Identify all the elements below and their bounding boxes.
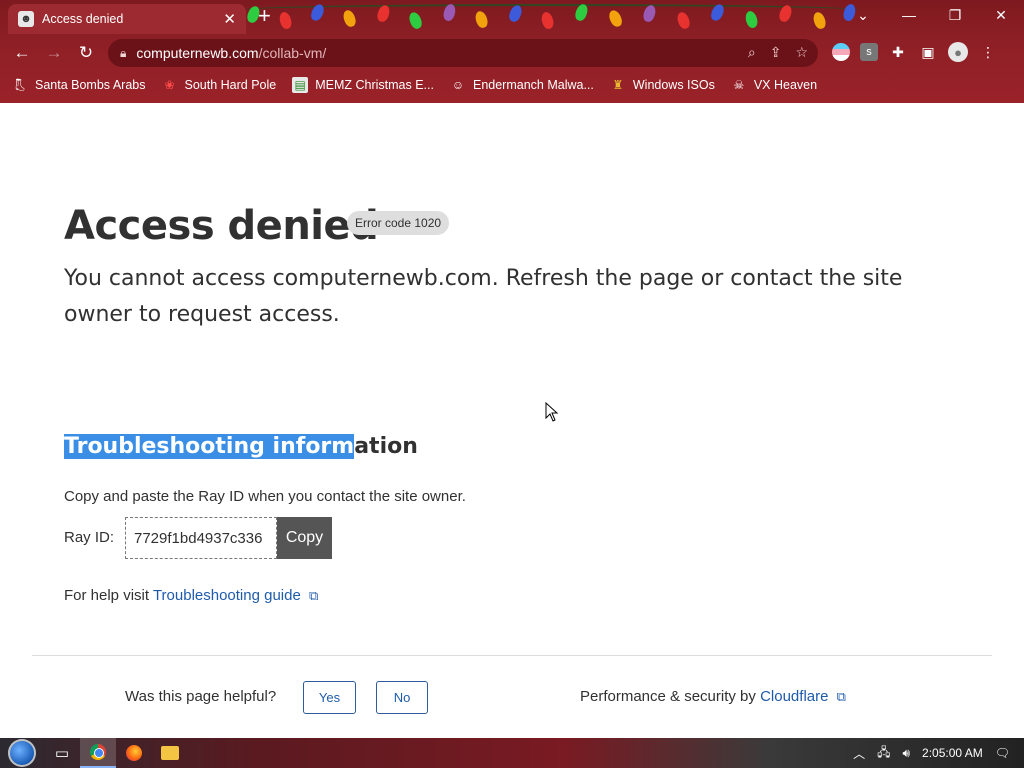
url-domain: computernewb.com: [136, 45, 259, 61]
help-prefix: For help visit: [64, 587, 150, 604]
image-icon: ▤: [292, 77, 309, 93]
side-panel-icon[interactable]: ▣: [918, 42, 938, 62]
no-button[interactable]: No: [376, 681, 428, 714]
mouse-cursor-icon: [545, 402, 559, 422]
bookmark-label: Windows ISOs: [632, 78, 715, 92]
christmas-lights-decoration: [240, 0, 860, 34]
minimize-icon[interactable]: —: [886, 0, 932, 30]
help-line: For help visit Troubleshooting guide ⧉: [64, 587, 318, 604]
reload-icon[interactable]: ↻: [70, 37, 102, 69]
window-controls: ⌄ — ❐ ✕: [840, 0, 1024, 30]
trans-flag-extension-icon[interactable]: [832, 43, 850, 61]
selected-text: Troubleshooting inform: [64, 434, 355, 459]
profile-avatar-icon[interactable]: ●: [948, 42, 968, 62]
yes-button[interactable]: Yes: [303, 681, 356, 714]
new-tab-icon[interactable]: +: [258, 5, 271, 27]
firefox-taskbar-icon[interactable]: [116, 738, 152, 768]
system-tray: ︿ 🖧︎ 🔊︎ 2:05:00 AM 🗨︎: [847, 738, 1024, 768]
copy-button[interactable]: Copy: [277, 517, 332, 559]
puzzle-extensions-icon[interactable]: ✚: [888, 42, 908, 62]
ray-id-label: Ray ID:: [64, 529, 115, 546]
cloudflare-favicon-icon: ☻: [18, 11, 34, 27]
cherry-icon: ❀: [164, 78, 175, 92]
trophy-icon: ♜: [612, 78, 624, 92]
ray-id-value[interactable]: 7729f1bd4937c336: [125, 517, 277, 559]
copy-ray-id-instruction: Copy and paste the Ray ID when you conta…: [64, 488, 466, 505]
s-extension-icon[interactable]: s: [860, 43, 878, 61]
volume-icon[interactable]: 🔊︎: [902, 746, 910, 761]
close-window-icon[interactable]: ✕: [978, 0, 1024, 30]
bookmark-label: Endermanch Malwa...: [472, 78, 594, 92]
bookmark-south-hard-pole[interactable]: ❀ South Hard Pole: [161, 77, 276, 93]
boot-icon: 👢︎: [12, 78, 28, 92]
extensions-area: s ✚ ▣ ● ⋮: [832, 42, 998, 62]
helpful-question: Was this page helpful?: [125, 688, 277, 705]
share-icon[interactable]: ⇪: [770, 44, 782, 61]
performance-security-note: Performance & security by Cloudflare ⧉: [580, 688, 846, 705]
show-hidden-icons-chevron-icon[interactable]: ︿: [853, 745, 865, 762]
close-tab-icon[interactable]: ✕: [223, 10, 236, 28]
tab-search-chevron-icon[interactable]: ⌄: [840, 0, 886, 30]
forward-arrow-icon[interactable]: →: [38, 37, 70, 69]
troubleshooting-guide-link[interactable]: Troubleshooting guide: [153, 587, 301, 604]
access-denied-message: You cannot access computernewb.com. Refr…: [64, 266, 903, 327]
bookmark-star-icon[interactable]: ☆: [795, 44, 808, 61]
perf-prefix: Performance & security by: [580, 688, 756, 705]
file-explorer-taskbar-icon[interactable]: [152, 738, 188, 768]
skull-icon: ☠: [733, 78, 745, 92]
bookmark-santa-bombs-arabs[interactable]: 👢︎ Santa Bombs Arabs: [12, 77, 145, 93]
bookmarks-bar: 👢︎ Santa Bombs Arabs ❀ South Hard Pole ▤…: [0, 72, 1024, 98]
raccoon-icon: ☺: [451, 78, 465, 92]
bookmark-label: VX Heaven: [753, 78, 818, 92]
zoom-search-icon[interactable]: ⌕: [748, 44, 756, 61]
bookmark-memz-christmas[interactable]: ▤ MEMZ Christmas E...: [292, 77, 434, 93]
start-button[interactable]: [0, 738, 44, 768]
task-view-icon[interactable]: ▭: [44, 738, 80, 768]
windows-start-icon: [8, 739, 36, 767]
action-center-icon[interactable]: 🗨︎: [995, 746, 1010, 760]
bookmark-endermanch-malware[interactable]: ☺ Endermanch Malwa...: [450, 77, 594, 93]
error-code-badge: Error code 1020: [347, 211, 450, 235]
external-link-icon: ⧉: [309, 588, 319, 603]
restore-icon[interactable]: ❐: [932, 0, 978, 30]
page-title: Access denied: [64, 203, 379, 249]
page-content: Access denied Error code 1020 You cannot…: [0, 103, 1024, 738]
browser-chrome: ☻ Access denied ✕ + ⌄ — ❐ ✕ ← → ↻ 🔒︎ com…: [0, 0, 1024, 103]
windows-taskbar: ▭ ︿ 🖧︎ 🔊︎ 2:05:00 AM 🗨︎: [0, 738, 1024, 768]
taskbar-clock[interactable]: 2:05:00 AM: [922, 746, 983, 760]
cloudflare-link[interactable]: Cloudflare: [760, 688, 828, 705]
bookmark-vx-heaven[interactable]: ☠ VX Heaven: [731, 77, 817, 93]
heading-rest: ation: [354, 434, 418, 459]
external-link-icon: ⧉: [836, 689, 846, 704]
network-icon[interactable]: 🖧︎: [877, 743, 890, 764]
back-arrow-icon[interactable]: ←: [6, 37, 38, 69]
url-path: /collab-vm/: [258, 45, 327, 61]
bookmark-label: Santa Bombs Arabs: [35, 78, 146, 92]
tab-access-denied[interactable]: ☻ Access denied ✕: [8, 4, 246, 34]
bookmark-label: MEMZ Christmas E...: [315, 78, 434, 92]
menu-kebab-icon[interactable]: ⋮: [978, 42, 998, 62]
troubleshooting-heading: Troubleshooting information: [64, 434, 418, 459]
bookmark-label: South Hard Pole: [184, 78, 277, 92]
address-bar[interactable]: 🔒︎ computernewb.com/collab-vm/ ⌕ ⇪ ☆: [108, 39, 818, 67]
lock-icon[interactable]: 🔒︎: [120, 46, 126, 61]
tab-title: Access denied: [42, 12, 124, 26]
footer-divider: [32, 655, 992, 656]
chrome-taskbar-icon[interactable]: [80, 738, 116, 768]
bookmark-windows-isos[interactable]: ♜ Windows ISOs: [610, 77, 715, 93]
navigation-bar: ← → ↻ 🔒︎ computernewb.com/collab-vm/ ⌕ ⇪…: [0, 36, 1024, 70]
